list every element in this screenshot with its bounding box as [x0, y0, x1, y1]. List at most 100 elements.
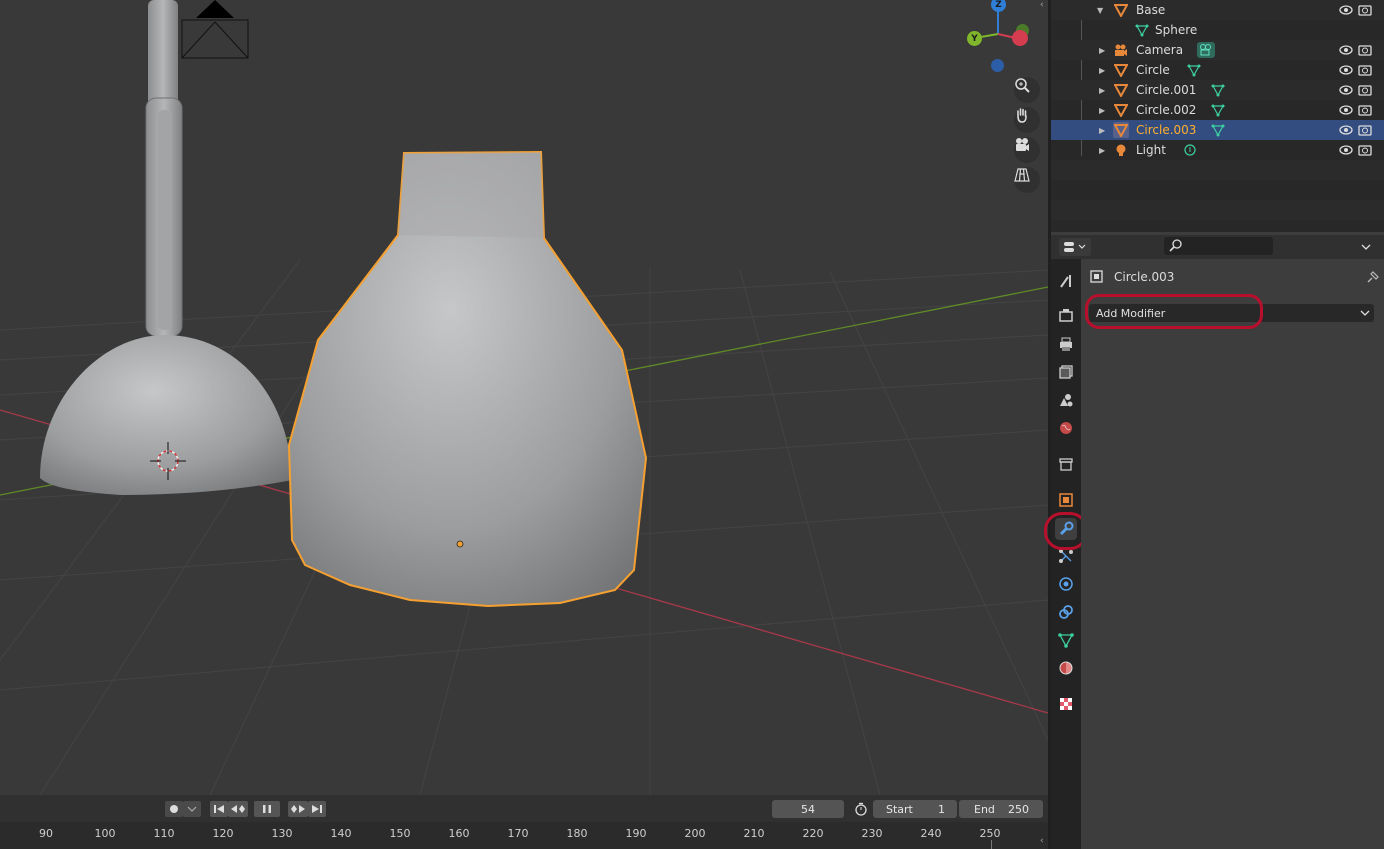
- 3d-viewport[interactable]: Z Y: [0, 0, 1048, 795]
- ruler-tick: 140: [330, 827, 352, 840]
- highlight-ring-add-modifier: [1085, 294, 1263, 329]
- world-tab[interactable]: [1055, 417, 1077, 439]
- timeline-ruler[interactable]: 90 100 110 120 130 140 150 160 170 180 1…: [0, 822, 1048, 849]
- outliner-item-base[interactable]: ▼ Base: [1051, 0, 1384, 20]
- render-icon: [1059, 309, 1073, 322]
- pan-hand-icon[interactable]: [1014, 107, 1040, 133]
- eye-icon[interactable]: [1339, 103, 1353, 117]
- outliner-label: Sphere: [1155, 23, 1198, 37]
- gizmo-y-axis[interactable]: Y: [967, 31, 982, 46]
- outliner-item-circle-001[interactable]: ▶ Circle.001: [1051, 80, 1384, 100]
- eye-icon[interactable]: [1339, 143, 1353, 157]
- prev-keyframe-icon: [231, 805, 245, 813]
- eye-icon[interactable]: [1339, 63, 1353, 77]
- expand-arrow-icon[interactable]: ▶: [1099, 146, 1105, 155]
- ruler-tick: 150: [389, 827, 411, 840]
- outliner-panel[interactable]: ▼ Base Sphere ▶ Camera ▶ Circle ▶ Circle…: [1051, 0, 1384, 232]
- expand-arrow-icon[interactable]: ▶: [1099, 126, 1105, 135]
- ruler-tick: 240: [920, 827, 942, 840]
- ruler-tick: 250: [979, 827, 1001, 840]
- physics-tab[interactable]: [1055, 573, 1077, 595]
- gizmo-z-neg-axis[interactable]: [991, 59, 1004, 72]
- pin-icon[interactable]: [1365, 270, 1379, 284]
- pause-button[interactable]: [254, 801, 280, 817]
- ruler-tick: 90: [39, 827, 53, 840]
- output-tab[interactable]: [1055, 333, 1077, 355]
- expand-arrow-icon[interactable]: ▶: [1099, 86, 1105, 95]
- render-camera-icon[interactable]: [1358, 83, 1372, 97]
- outliner-item-light[interactable]: ▶ Light: [1051, 140, 1384, 160]
- render-camera-icon[interactable]: [1358, 3, 1372, 17]
- scene-tab[interactable]: [1055, 389, 1077, 411]
- image-layers-icon: [1059, 365, 1073, 379]
- render-camera-icon[interactable]: [1358, 143, 1372, 157]
- render-tab[interactable]: [1055, 304, 1077, 326]
- properties-search-field[interactable]: [1164, 237, 1273, 255]
- outliner-item-circle[interactable]: ▶ Circle: [1051, 60, 1384, 80]
- keyframe-record-button[interactable]: [165, 801, 183, 817]
- outliner-item-circle-002[interactable]: ▶ Circle.002: [1051, 100, 1384, 120]
- auto-key-dropdown[interactable]: [183, 801, 201, 817]
- start-label: Start: [886, 802, 913, 816]
- jump-start-button[interactable]: [210, 801, 228, 817]
- material-tab[interactable]: [1055, 657, 1077, 679]
- texture-tab[interactable]: [1055, 693, 1077, 715]
- current-frame-field[interactable]: 54: [772, 800, 844, 818]
- render-camera-icon[interactable]: [1358, 103, 1372, 117]
- outliner-collapse-icon[interactable]: ‹: [1040, 0, 1048, 14]
- constraint-icon: [1059, 605, 1073, 619]
- editor-type-button[interactable]: [1059, 238, 1091, 256]
- start-frame-field[interactable]: Start 1: [873, 800, 957, 818]
- mesh-data-icon: [1187, 63, 1201, 77]
- object-data-tab[interactable]: [1055, 629, 1077, 651]
- expand-arrow-icon[interactable]: ▶: [1099, 46, 1105, 55]
- view-layer-tab[interactable]: [1055, 361, 1077, 383]
- search-icon: [1169, 239, 1182, 252]
- eye-icon[interactable]: [1339, 83, 1353, 97]
- collapse-arrow-icon[interactable]: ▼: [1097, 6, 1103, 15]
- end-frame-field[interactable]: End 250: [959, 800, 1043, 818]
- eye-icon[interactable]: [1339, 43, 1353, 57]
- light-data-icon: [1183, 143, 1197, 157]
- jump-end-icon: [312, 805, 322, 813]
- ruler-tick: 230: [861, 827, 883, 840]
- collection-box-icon: [1059, 458, 1073, 471]
- prev-keyframe-button[interactable]: [228, 801, 248, 817]
- ruler-tick: 220: [802, 827, 824, 840]
- constraints-tab[interactable]: [1055, 601, 1077, 623]
- outliner-label: Base: [1136, 3, 1166, 17]
- next-keyframe-button[interactable]: [288, 801, 308, 817]
- options-dropdown-button[interactable]: [1353, 238, 1379, 256]
- expand-arrow-icon[interactable]: ▶: [1099, 106, 1105, 115]
- outliner-item-circle-003[interactable]: ▶ Circle.003: [1051, 120, 1384, 140]
- render-camera-icon[interactable]: [1358, 63, 1372, 77]
- jump-end-button[interactable]: [308, 801, 326, 817]
- eye-icon[interactable]: [1339, 123, 1353, 137]
- end-value: 250: [1008, 802, 1029, 816]
- material-icon: [1059, 661, 1073, 675]
- outliner-item-sphere[interactable]: Sphere: [1051, 20, 1384, 40]
- navigation-gizmo[interactable]: Z Y: [958, 0, 1038, 80]
- eye-icon[interactable]: [1339, 3, 1353, 17]
- render-camera-icon[interactable]: [1358, 43, 1372, 57]
- ruler-tick: 120: [212, 827, 234, 840]
- camera-view-icon[interactable]: [1014, 137, 1040, 163]
- ruler-tick: 130: [271, 827, 293, 840]
- expand-arrow-icon[interactable]: ▶: [1099, 66, 1105, 75]
- gizmo-x-axis[interactable]: [1012, 30, 1028, 46]
- timeline-collapse-icon[interactable]: ‹: [1040, 836, 1044, 846]
- printer-icon: [1060, 337, 1072, 351]
- end-frame-marker: [991, 840, 992, 849]
- tool-tab[interactable]: [1055, 270, 1077, 292]
- render-camera-icon[interactable]: [1358, 123, 1372, 137]
- outliner-item-camera[interactable]: ▶ Camera: [1051, 40, 1384, 60]
- outliner-empty-row: [1051, 160, 1384, 180]
- scene-icon: [1060, 394, 1073, 407]
- stopwatch-icon[interactable]: [851, 801, 871, 817]
- properties-header: [1051, 235, 1384, 259]
- timeline-header: 54 Start 1 End 250: [0, 795, 1048, 822]
- collection-tab[interactable]: [1055, 453, 1077, 475]
- zoom-icon[interactable]: [1014, 77, 1040, 103]
- object-tab[interactable]: [1055, 489, 1077, 511]
- perspective-grid-icon[interactable]: [1014, 167, 1040, 193]
